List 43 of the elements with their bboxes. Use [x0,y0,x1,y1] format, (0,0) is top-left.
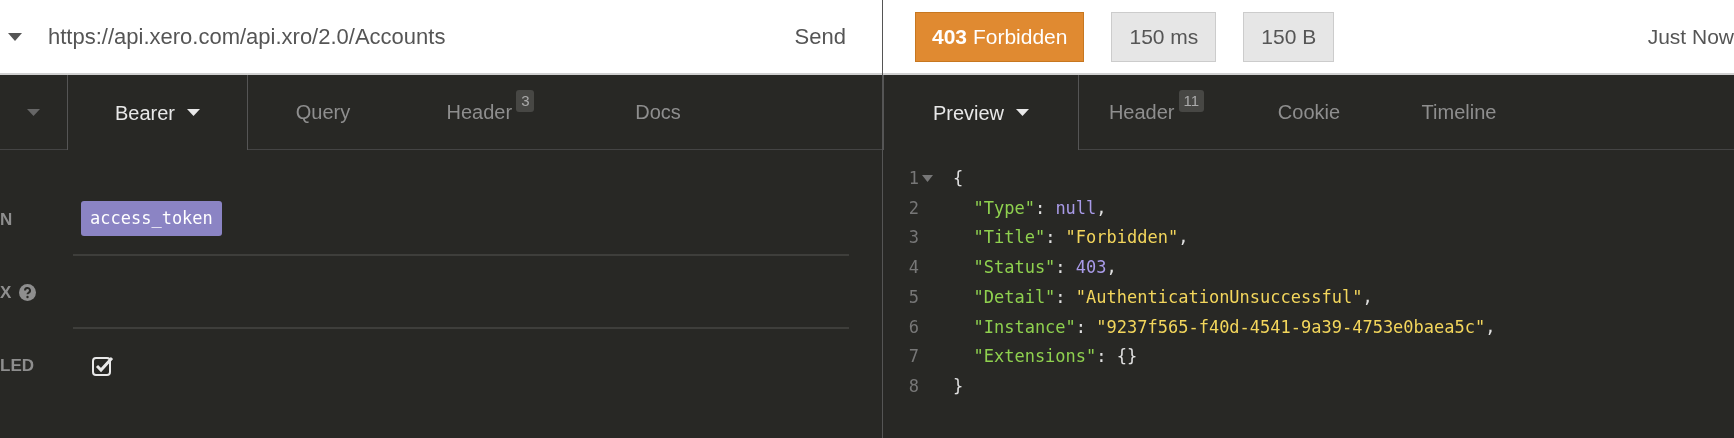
caret-icon [187,109,200,116]
token-tag[interactable]: access_token [81,200,222,237]
count-badge: 3 [516,90,535,112]
timestamp: Just Now [1647,23,1734,50]
line-number: 3 [908,226,919,250]
tab[interactable]: Timeline [1384,75,1534,150]
send-button[interactable]: Send [794,20,846,53]
code-line: "Extensions": {} [972,345,1138,369]
url-field[interactable]: https://api.xero.com/api.xro/2.0/Accounts [48,20,795,53]
code-line: "Status": 403, [972,256,1117,280]
field-label: LED [0,354,34,377]
line-number: 6 [908,315,919,339]
size-badge: 150 B [1243,11,1335,62]
time-badge: 150 ms [1111,11,1217,62]
line-number: 8 [908,374,919,398]
code-line: "Detail": "AuthenticationUnsuccessful", [972,285,1373,309]
code-line: { [953,167,964,191]
tab[interactable]: Bearer [67,75,248,150]
line-number: 2 [908,196,919,220]
field-label: X [0,281,12,304]
fold-icon[interactable] [922,175,933,183]
tab[interactable]: Header 11 [1079,75,1234,150]
caret-icon [27,108,40,116]
count-badge: 11 [1178,90,1205,112]
tab[interactable]: Cookie [1234,75,1384,150]
status-badge: 403 Forbidden [915,11,1085,62]
code-line: "Title": "Forbidden", [972,226,1189,250]
line-number: 1 [908,167,919,191]
tab[interactable]: Docs [583,75,733,150]
line-number: 4 [908,256,919,280]
code-line: "Instance": "9237f565-f40d-4541-9a39-4753e0baea5c", [972,315,1496,339]
caret-icon[interactable] [8,32,22,41]
code-line: } [953,374,964,398]
code-line: "Type": null, [972,196,1107,220]
tab[interactable]: Query [248,75,398,150]
caret-icon [1016,109,1030,116]
checkbox[interactable] [92,354,114,377]
help-icon[interactable] [19,284,37,301]
line-number: 7 [908,345,919,369]
line-number: 5 [908,285,919,309]
field-label: N [0,208,13,231]
tab[interactable]: Preview [883,75,1079,150]
tab[interactable]: Header 3 [398,75,583,150]
